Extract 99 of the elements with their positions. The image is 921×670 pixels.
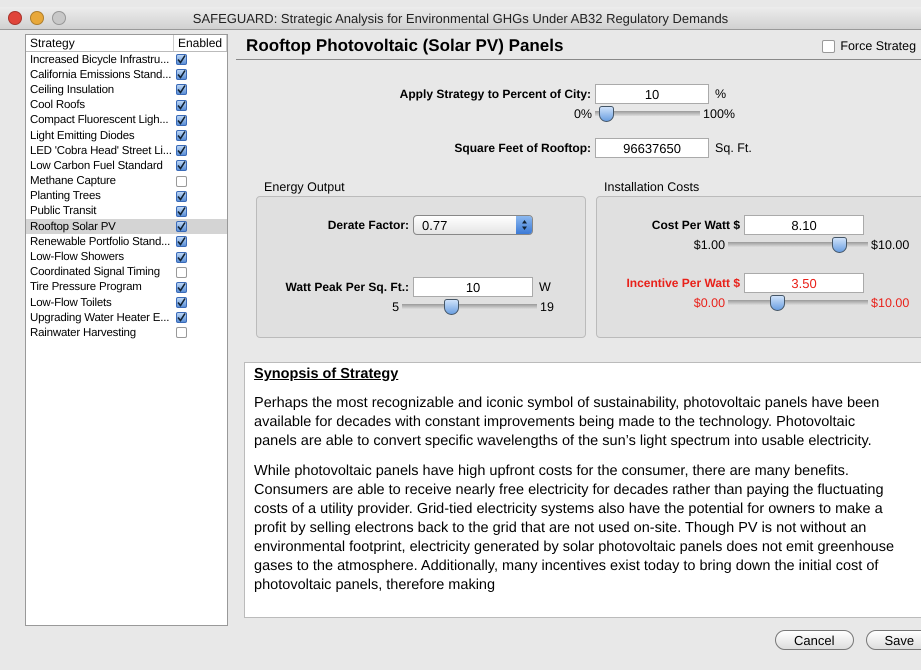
column-header[interactable]: Enabled (174, 35, 228, 51)
strategy-row[interactable]: Low-Flow Toilets (26, 295, 228, 310)
strategy-name: Light Emitting Diodes (29, 130, 136, 142)
synopsis-heading: Synopsis of Strategy (254, 366, 400, 382)
strategy-row[interactable]: Public Transit (26, 204, 228, 220)
strategy-name: LED 'Cobra Head' Street Li... (29, 144, 173, 157)
enabled-checkbox[interactable] (176, 312, 187, 324)
field-label: Square Feet of Rooftop: (453, 141, 592, 155)
strategy-name: Planting Trees (29, 190, 102, 202)
strategy-title: Rooftop Photovoltaic (Solar PV) Panels (246, 36, 564, 56)
group-title: Installation Costs (604, 180, 700, 194)
strategy-name: Low-Flow Showers (29, 251, 125, 264)
slider-max-label: $10.00 (871, 296, 910, 310)
strategy-row[interactable]: Tire Pressure Program (26, 280, 228, 295)
enabled-checkbox[interactable] (176, 266, 187, 278)
strategy-row[interactable]: Light Emitting Diodes (26, 128, 228, 144)
enabled-checkbox[interactable] (176, 84, 187, 96)
column-header[interactable]: Strategy (26, 35, 174, 51)
force-strategy-checkbox[interactable]: Force Strateg (822, 39, 916, 53)
field-label: Incentive Per Watt $ (625, 276, 742, 290)
strategy-row[interactable]: Renewable Portfolio Stand... (26, 234, 228, 250)
strategy-name: California Emissions Stand... (29, 68, 172, 81)
slider-min-label: 0% (572, 107, 592, 121)
enabled-checkbox[interactable] (176, 297, 187, 308)
slider-min-label: 5 (391, 300, 400, 314)
strategy-name: Low Carbon Fuel Standard (29, 160, 164, 172)
enabled-checkbox[interactable] (176, 252, 187, 263)
strategy-row[interactable]: Methane Capture (26, 174, 228, 189)
field-label: Apply Strategy to Percent of City: (398, 87, 592, 101)
strategy-name: Rooftop Solar PV (29, 220, 117, 233)
enabled-checkbox[interactable] (176, 282, 187, 293)
strategy-name: Ceiling Insulation (29, 84, 115, 96)
save-button[interactable]: Save (866, 630, 921, 650)
group-title: Energy Output (264, 180, 346, 194)
slider-min-label: $1.00 (692, 238, 726, 252)
cancel-button[interactable]: Cancel (775, 630, 854, 650)
slider-max-label: 100% (703, 107, 736, 121)
strategy-row[interactable]: Increased Bicycle Infrastru... (26, 52, 228, 68)
slider-min-label: $0.00 (692, 296, 726, 310)
enabled-checkbox[interactable] (176, 176, 187, 187)
strategy-row[interactable]: Coordinated Signal Timing (26, 264, 228, 280)
synopsis-paragraph: Perhaps the most recognizable and iconic symbol of sustainability, photovoltaic panels have been available for decades with constant improvements being made to the technology. Photovoltaic panels are able to convert specific wavelengths of the sun’s light spectrum into usable electricity. (254, 394, 880, 451)
enabled-checkbox[interactable] (176, 327, 187, 338)
strategy-row[interactable]: LED 'Cobra Head' Street Li... (26, 143, 228, 158)
strategy-row[interactable]: Low-Flow Showers (26, 249, 228, 265)
unit-label: % (715, 87, 726, 101)
strategy-name: Low-Flow Toilets (29, 296, 113, 309)
enabled-checkbox[interactable] (176, 145, 187, 156)
strategy-row[interactable]: California Emissions Stand... (26, 67, 228, 82)
strategy-name: Coordinated Signal Timing (29, 266, 161, 278)
unit-label: Sq. Ft. (715, 141, 752, 155)
strategy-row[interactable]: Upgrading Water Heater E... (26, 310, 228, 326)
enabled-checkbox[interactable] (176, 114, 187, 126)
percent-input[interactable]: 10 (595, 84, 710, 104)
strategy-name: Tire Pressure Program (29, 281, 143, 294)
slider-max-label: $10.00 (871, 238, 910, 252)
field-label: Derate Factor: (326, 218, 410, 232)
unit-label: W (539, 280, 551, 294)
enabled-checkbox[interactable] (176, 69, 187, 80)
field-label: Watt Peak Per Sq. Ft.: (284, 280, 410, 294)
field-label: Cost Per Watt $ (650, 218, 742, 232)
strategy-row[interactable]: Ceiling Insulation (26, 82, 228, 98)
strategy-row[interactable]: Low Carbon Fuel Standard (26, 158, 228, 174)
strategy-name: Rainwater Harvesting (29, 326, 137, 339)
enabled-checkbox[interactable] (176, 236, 187, 248)
strategy-name: Renewable Portfolio Stand... (29, 236, 172, 248)
strategy-name: Public Transit (29, 205, 98, 218)
strategy-name: Compact Fluorescent Ligh... (29, 114, 170, 126)
enabled-checkbox[interactable] (176, 190, 187, 202)
slider-thumb[interactable] (444, 299, 459, 315)
enabled-checkbox[interactable] (176, 221, 187, 232)
minimize-icon[interactable] (30, 11, 44, 25)
strategy-name: Cool Roofs (29, 99, 86, 112)
slider-thumb[interactable] (598, 106, 614, 122)
slider-thumb[interactable] (832, 237, 847, 253)
cost-input[interactable]: 3.50 (744, 273, 864, 293)
derate-factor-select[interactable]: 0.77 (413, 215, 534, 235)
cost-input[interactable]: 8.10 (744, 215, 864, 235)
slider-max-label: 19 (540, 300, 554, 314)
stepper-arrows-icon[interactable] (516, 216, 532, 234)
strategy-name: Methane Capture (29, 175, 117, 188)
strategy-row[interactable]: Cool Roofs (26, 98, 228, 113)
enabled-checkbox[interactable] (176, 100, 187, 111)
enabled-checkbox[interactable] (176, 130, 187, 142)
strategy-row[interactable]: Rainwater Harvesting (26, 325, 228, 341)
synopsis-paragraph: While photovoltaic panels have high upfront costs for the consumer, there are many benefits. Consumers are able to receive nearly free electricity for decades rather than paying the fluctuating costs of a utility provider. Grid-tied electricity systems also have the potential for owners to make a profit by selling electrons back to the grid that are not used on-site. Though PV is not without an environmental footprint, electricity generated by solar photovoltaic panels does not emit greenhouse gases to the atmosphere. Additionally, many incentives exist today to bring down the initial cost of photovoltaic panels, therefore making (254, 462, 894, 595)
square-feet-input[interactable]: 96637650 (595, 138, 710, 158)
close-icon[interactable] (8, 11, 22, 25)
enabled-checkbox[interactable] (176, 206, 187, 217)
slider-thumb[interactable] (770, 295, 786, 311)
window-title: SAFEGUARD: Strategic Analysis for Environmental GHGs Under AB32 Regulatory Demands (192, 10, 728, 26)
strategy-row[interactable]: Rooftop Solar PV (26, 219, 228, 234)
strategy-name: Upgrading Water Heater E... (29, 312, 170, 324)
enabled-checkbox[interactable] (176, 54, 187, 66)
enabled-checkbox[interactable] (176, 160, 187, 172)
strategy-row[interactable]: Planting Trees (26, 188, 228, 204)
strategy-row[interactable]: Compact Fluorescent Ligh... (26, 112, 228, 128)
watt-peak-input[interactable]: 10 (413, 277, 534, 297)
strategy-name: Increased Bicycle Infrastru... (29, 54, 170, 66)
